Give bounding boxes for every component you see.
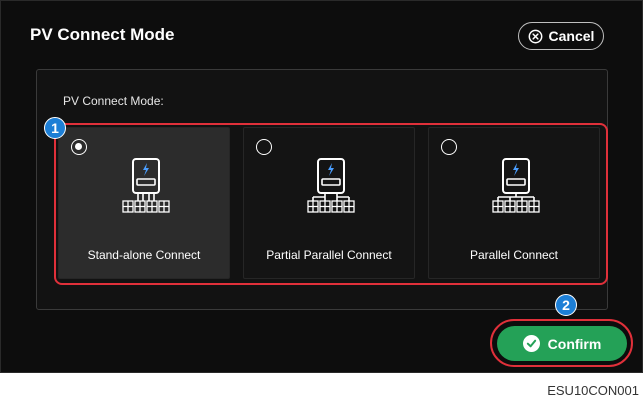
confirm-label: Confirm [547, 335, 602, 352]
cancel-button[interactable]: Cancel [518, 22, 604, 50]
check-circle-icon [522, 335, 540, 352]
cancel-label: Cancel [548, 28, 595, 44]
figure-code: ESU10CON001 [547, 383, 639, 398]
circle-x-icon [528, 29, 542, 43]
options-highlight [54, 123, 608, 285]
step-badge-1: 1 [44, 117, 66, 139]
confirm-button[interactable]: Confirm [497, 326, 627, 361]
screen: PV Connect Mode Cancel PV Connect Mode: … [0, 0, 643, 373]
dialog-title: PV Connect Mode [30, 25, 175, 44]
step-badge-2: 2 [555, 294, 577, 316]
panel-label: PV Connect Mode: [63, 94, 164, 108]
